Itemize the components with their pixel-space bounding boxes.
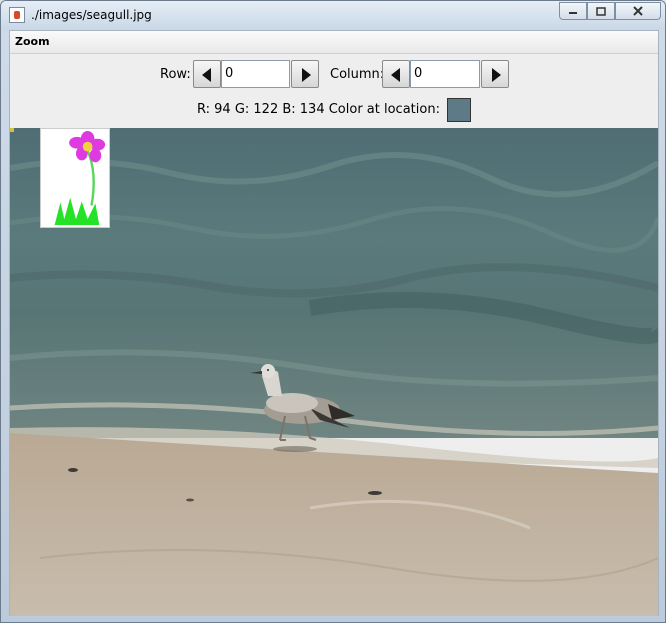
column-decrement-button[interactable] [382, 60, 410, 88]
row-input[interactable]: 0 [221, 60, 290, 88]
maximize-icon [596, 6, 606, 16]
column-input[interactable]: 0 [410, 60, 480, 88]
pixel-color-readout: R: 94 G: 122 B: 134 Color at location: [197, 102, 440, 117]
client-area: Zoom Row: 0 Column: 0 R: 94 G: 122 B: 13… [9, 30, 659, 616]
window-title: ./images/seagull.jpg [31, 8, 152, 22]
row-increment-button[interactable] [291, 60, 319, 88]
maximize-button[interactable] [587, 2, 615, 20]
menu-bar: Zoom [10, 31, 658, 54]
close-button[interactable] [615, 2, 661, 20]
minimize-button[interactable] [559, 2, 587, 20]
column-label: Column: [330, 67, 385, 82]
zoom-menu[interactable]: Zoom [15, 35, 50, 48]
row-label: Row: [160, 67, 191, 82]
title-bar[interactable]: ./images/seagull.jpg [1, 1, 665, 30]
image-canvas[interactable] [10, 128, 658, 616]
color-swatch [447, 98, 471, 122]
java-app-icon[interactable] [9, 7, 25, 23]
window-controls [559, 2, 661, 20]
close-icon [633, 6, 643, 16]
minimize-icon [569, 12, 577, 14]
app-window: ./images/seagull.jpg Zoom Row: 0 Column:… [0, 0, 666, 623]
column-increment-button[interactable] [481, 60, 509, 88]
row-decrement-button[interactable] [193, 60, 221, 88]
flower-thumbnail [40, 128, 110, 228]
